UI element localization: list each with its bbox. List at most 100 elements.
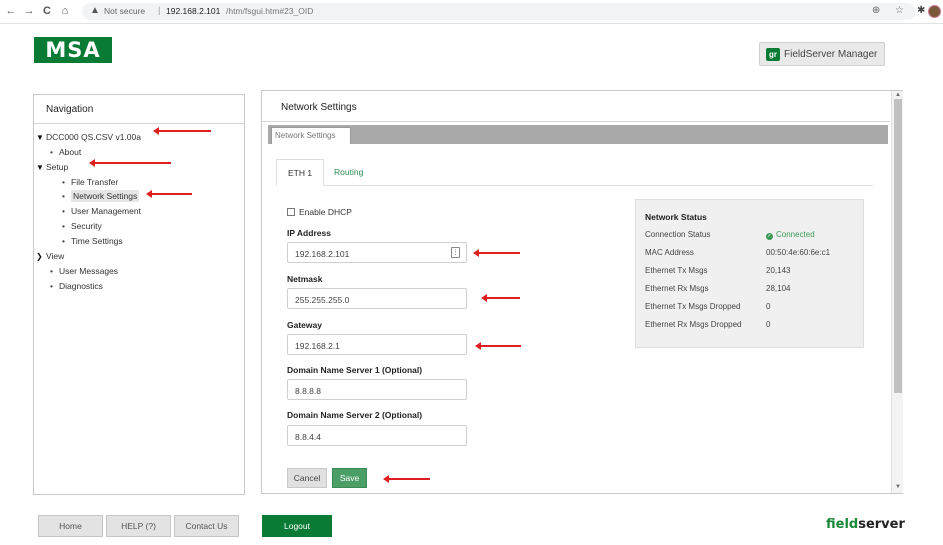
check-circle-icon: ✓ [766, 233, 773, 240]
forward-button[interactable]: → [22, 4, 36, 18]
enable-dhcp-checkbox[interactable]: Enable DHCP [287, 207, 352, 217]
status-value: 20,143 [766, 266, 791, 275]
connection-status-value: Connected [776, 230, 815, 239]
dns2-value: 8.8.4.4 [295, 432, 321, 442]
nav-item-security[interactable]: • Security [62, 221, 102, 231]
dns1-field[interactable]: 8.8.8.8 [287, 379, 467, 400]
nav-item-label: View [46, 251, 65, 261]
annotation-arrow [146, 190, 192, 198]
back-button[interactable]: ← [4, 4, 18, 18]
status-key: Ethernet Rx Msgs [645, 284, 709, 293]
nav-item-root[interactable]: ▼ DCC000 QS.CSV v1.00a [36, 132, 141, 142]
checkbox-icon[interactable] [287, 208, 295, 216]
nav-item-label: DCC000 QS.CSV v1.00a [46, 132, 141, 142]
brand-part-field: field [826, 517, 859, 532]
chevron-right-icon: ❯ [36, 252, 43, 261]
netmask-label: Netmask [287, 274, 323, 284]
nav-item-label: Security [71, 221, 102, 231]
bookmark-icon[interactable]: ⊕ ☆ [872, 5, 910, 16]
ip-address-field[interactable]: 192.168.2.101 ⋮ [287, 242, 467, 263]
divider [34, 123, 244, 124]
bullet-icon: • [50, 266, 53, 276]
bullet-icon: • [62, 221, 65, 231]
annotation-arrow [473, 249, 520, 257]
navigation-panel: Navigation ▼ DCC000 QS.CSV v1.00a • About … [33, 94, 245, 495]
annotation-arrow [153, 127, 211, 135]
bullet-icon: • [62, 236, 65, 246]
address-bar[interactable]: ▲ Not secure | 192.168.2.101 /htm/fsgui.… [82, 3, 916, 20]
status-value: ✓ Connected [766, 230, 815, 240]
ip-address-value: 192.168.2.101 [295, 249, 350, 259]
bullet-icon: • [50, 147, 53, 157]
nav-item-user-messages[interactable]: • User Messages [50, 266, 118, 276]
contact-us-button[interactable]: Contact Us [174, 515, 239, 537]
bullet-icon: • [62, 191, 65, 201]
nav-item-label: Setup [46, 162, 69, 172]
tab-routing[interactable]: Routing [334, 159, 374, 186]
brand-part-server: server [858, 517, 905, 532]
gateway-label: Gateway [287, 320, 322, 330]
annotation-arrow [475, 342, 521, 350]
nav-item-time-settings[interactable]: • Time Settings [62, 236, 123, 246]
gateway-field[interactable]: 192.168.2.1 [287, 334, 467, 355]
dns2-label: Domain Name Server 2 (Optional) [287, 410, 423, 420]
fieldserver-logo: fieldserver [826, 517, 905, 532]
nav-item-network-settings[interactable]: • Network Settings [62, 190, 140, 202]
nav-item-label: Time Settings [71, 236, 123, 246]
fieldserver-manager-button[interactable]: gr FieldServer Manager [759, 42, 885, 66]
scrollbar-thumb[interactable] [894, 99, 902, 393]
profile-avatar[interactable] [928, 5, 941, 18]
logout-button[interactable]: Logout [262, 515, 332, 537]
nav-item-about[interactable]: • About [50, 147, 81, 157]
nav-item-setup[interactable]: ▼ Setup [36, 162, 68, 172]
chevron-down-icon: ▼ [36, 163, 44, 172]
bullet-icon: • [62, 206, 65, 216]
nav-item-label: File Transfer [71, 177, 119, 187]
nav-item-file-transfer[interactable]: • File Transfer [62, 177, 118, 187]
nav-item-label: User Messages [59, 266, 119, 276]
tab-network-settings[interactable]: Network Settings [271, 127, 351, 144]
security-label[interactable]: Not secure [104, 6, 145, 16]
gateway-value: 192.168.2.1 [295, 341, 340, 351]
extensions-icon[interactable]: ✱ [917, 5, 925, 16]
bullet-icon: • [62, 177, 65, 187]
status-value: 0 [766, 302, 771, 311]
netmask-field[interactable]: 255.255.255.0 [287, 288, 467, 309]
nav-item-user-management[interactable]: • User Management [62, 206, 141, 216]
gr-icon: gr [766, 48, 780, 61]
vertical-scrollbar[interactable]: ▲ ▼ [891, 91, 903, 493]
annotation-arrow [383, 475, 430, 483]
enable-dhcp-label: Enable DHCP [299, 207, 352, 217]
bullet-icon: • [50, 281, 53, 291]
msa-logo: MSA [34, 37, 112, 63]
status-key: Ethernet Rx Msgs Dropped [645, 320, 742, 329]
nav-item-label: Network Settings [71, 190, 140, 202]
keyboard-icon[interactable]: ⋮ [451, 247, 460, 258]
tab-eth1[interactable]: ETH 1 [276, 159, 324, 186]
cancel-button[interactable]: Cancel [287, 468, 327, 488]
nav-item-label: User Management [71, 206, 141, 216]
status-key: Ethernet Tx Msgs Dropped [645, 302, 741, 311]
nav-item-view[interactable]: ❯ View [36, 251, 64, 261]
nav-item-diagnostics[interactable]: • Diagnostics [50, 281, 103, 291]
status-value: 00:50:4e:60:6e:c1 [766, 248, 831, 257]
network-settings-panel: Network Settings Network Settings ETH 1 … [261, 90, 903, 494]
nav-item-label: Diagnostics [59, 281, 103, 291]
navigation-title: Navigation [46, 104, 94, 115]
reload-button[interactable]: C [40, 4, 54, 18]
scroll-up-icon[interactable]: ▲ [895, 92, 901, 98]
network-status-box: Network Status Connection Status ✓ Connec… [635, 199, 864, 348]
home-icon[interactable]: ⌂ [58, 4, 72, 18]
dns1-value: 8.8.8.8 [295, 386, 321, 396]
annotation-arrow [89, 159, 171, 167]
chevron-down-icon: ▼ [36, 133, 44, 142]
dns2-field[interactable]: 8.8.4.4 [287, 425, 467, 446]
annotation-arrow [481, 294, 520, 302]
url-path: /htm/fsgui.htm#23_OID [226, 6, 314, 16]
save-button[interactable]: Save [332, 468, 367, 488]
home-button[interactable]: Home [38, 515, 103, 537]
page-title: Network Settings [281, 102, 357, 113]
warning-icon: ▲ [90, 5, 100, 16]
help-button[interactable]: HELP (?) [106, 515, 171, 537]
scroll-down-icon[interactable]: ▼ [895, 484, 901, 490]
